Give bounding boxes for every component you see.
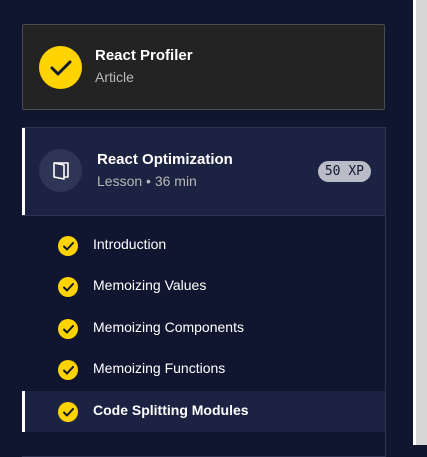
lesson-item-memoizing-components[interactable]: Memoizing Components [22, 308, 385, 349]
completed-content-card[interactable]: React Profiler Article [22, 24, 385, 110]
lesson-meta: Lesson • 36 min [97, 173, 197, 189]
lesson-item-introduction[interactable]: Introduction [22, 225, 385, 266]
check-icon [58, 236, 78, 256]
check-icon [58, 277, 78, 297]
lesson-item-label: Memoizing Components [93, 319, 244, 335]
check-icon [58, 360, 78, 380]
lesson-item-code-splitting-modules[interactable]: Code Splitting Modules [22, 391, 385, 432]
active-indicator [22, 128, 25, 215]
lesson-item-label: Introduction [93, 236, 167, 252]
lesson-item-label: Memoizing Functions [93, 360, 226, 376]
active-indicator [22, 391, 25, 432]
lesson-panel: React Optimization Lesson • 36 min 50 XP… [22, 127, 386, 457]
book-icon [39, 149, 82, 192]
completed-content-title: React Profiler [95, 47, 193, 64]
lesson-header[interactable]: React Optimization Lesson • 36 min 50 XP [22, 128, 385, 216]
check-icon [39, 46, 82, 89]
lesson-item-memoizing-values[interactable]: Memoizing Values [22, 266, 385, 307]
xp-badge: 50 XP [317, 161, 371, 182]
check-icon [58, 402, 78, 422]
lesson-title: React Optimization [97, 151, 233, 168]
lesson-item-label: Code Splitting Modules [93, 402, 249, 418]
completed-content-type: Article [95, 69, 134, 85]
check-icon [58, 319, 78, 339]
scrollbar[interactable] [413, 0, 427, 445]
lesson-item-label: Memoizing Values [93, 277, 207, 293]
lesson-item-memoizing-functions[interactable]: Memoizing Functions [22, 349, 385, 390]
scrollbar-edge [413, 0, 416, 445]
